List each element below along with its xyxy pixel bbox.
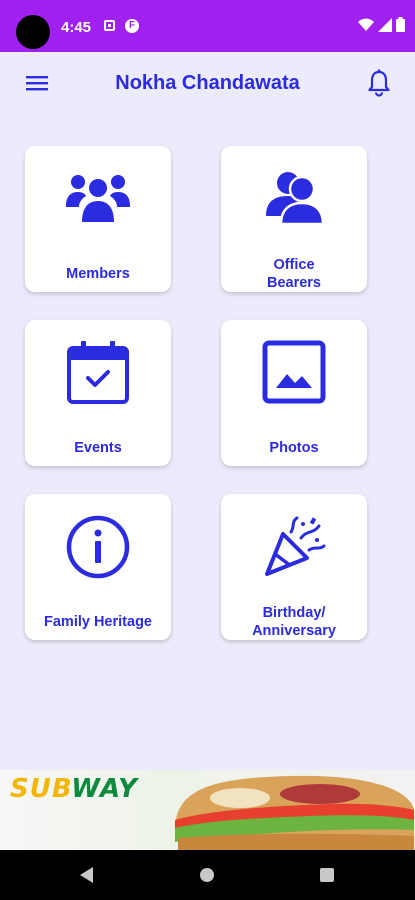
app-notification-icon: F [125,19,139,33]
status-icons [358,17,405,32]
tile-label: Members [66,266,130,282]
status-bar: 4:45 F [0,0,415,52]
tile-label-line: Birthday/ [262,605,326,621]
sandwich-image [175,775,414,850]
logo-part: SUB [10,774,72,804]
tile-family-heritage[interactable]: Family Heritage [25,494,171,640]
calendar-check-icon [67,341,129,404]
page-title: Nokha Chandawata [115,72,300,94]
tile-members[interactable]: Members [25,146,171,292]
members-group-icon [66,175,130,222]
subway-logo: SUBWAY [10,774,138,804]
logo-part: WAY [71,774,138,804]
tile-birthday-anniversary[interactable]: Birthday/ Anniversary [221,494,367,640]
system-nav-bar [0,850,415,900]
tile-label-line: Office [273,257,315,273]
battery-icon [396,17,405,32]
tile-label: Birthday/ Anniversary [225,604,363,640]
signal-icon [378,17,392,32]
tile-office-bearers[interactable]: Office Bearers [221,146,367,292]
tile-events[interactable]: Events [25,320,171,466]
notifications-button[interactable] [365,68,393,98]
app-bar: Nokha Chandawata [0,52,415,116]
tile-label: Photos [269,440,319,456]
camera-cutout [16,15,50,49]
office-bearers-icon [266,172,325,226]
recents-icon[interactable] [320,868,334,882]
status-time: 4:45 [61,19,92,36]
tile-label: Events [74,440,122,456]
party-popper-icon [265,516,326,576]
wifi-icon [358,18,374,31]
notification-square-icon [104,20,115,31]
tile-label-line: Bearers [266,275,321,291]
ad-banner[interactable]: SUBWAY [0,770,415,850]
back-icon[interactable] [80,867,93,883]
home-icon[interactable] [200,868,214,882]
bell-icon [368,69,390,97]
photo-image-icon [262,340,326,404]
tile-label: Office Bearers [225,256,363,292]
info-circle-icon [66,515,130,579]
tile-label-line: Anniversary [252,623,336,639]
tile-label: Family Heritage [44,614,152,630]
tile-photos[interactable]: Photos [221,320,367,466]
